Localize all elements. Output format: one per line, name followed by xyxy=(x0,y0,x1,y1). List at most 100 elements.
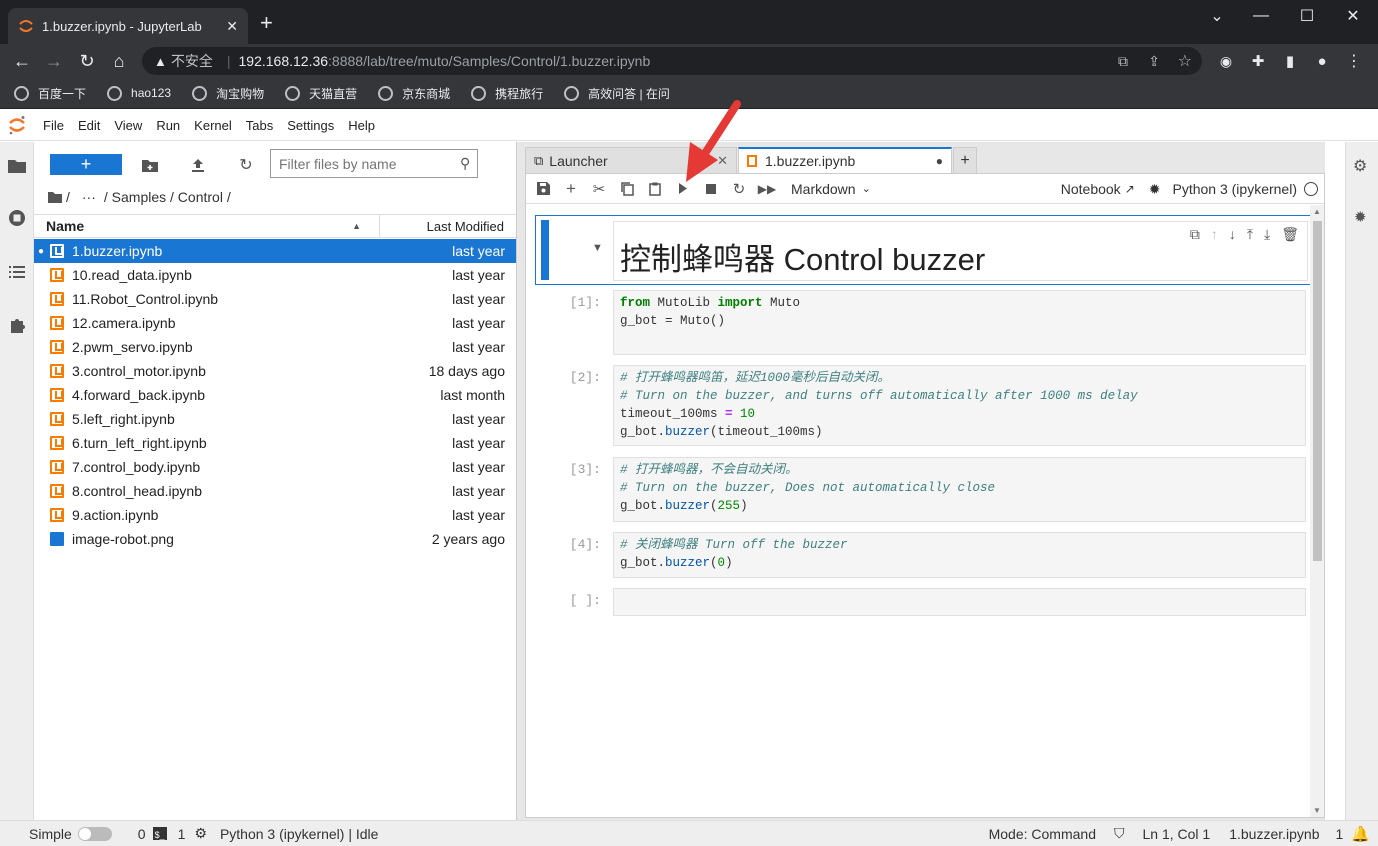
extension-manager-icon[interactable] xyxy=(7,315,27,335)
back-icon[interactable]: ← xyxy=(10,49,34,73)
file-row[interactable]: 12.camera.ipynb last year xyxy=(34,311,516,335)
code-input[interactable]: # 打开蜂鸣器鸣笛，延迟1000毫秒后自动关闭。 # Turn on the b… xyxy=(613,365,1306,446)
new-tab-button[interactable]: + xyxy=(260,12,273,34)
bookmark-item[interactable]: 百度一下 xyxy=(14,85,86,102)
cursor-position[interactable]: Ln 1, Col 1 xyxy=(1143,826,1211,842)
menu-view[interactable]: View xyxy=(107,118,149,133)
move-up-icon[interactable]: ↑ xyxy=(1211,226,1218,243)
bookmark-item[interactable]: 京东商城 xyxy=(378,85,450,102)
insert-below-icon[interactable]: ⤓ xyxy=(1264,226,1270,243)
code-input[interactable]: # 关闭蜂鸣器 Turn off the buzzer g_bot.buzzer… xyxy=(613,532,1306,578)
code-input[interactable] xyxy=(613,588,1306,616)
markdown-cell[interactable]: ▼ 控制蜂鸣器 Control buzzer ⧉ ↑ ↓ ⤒ ⤓ 🗑 xyxy=(535,215,1311,285)
menu-help[interactable]: Help xyxy=(341,118,382,133)
home-icon[interactable]: ⌂ xyxy=(107,49,131,73)
copy-icon[interactable] xyxy=(613,177,641,201)
running-icon[interactable] xyxy=(7,208,27,228)
security-label[interactable]: 不安全 xyxy=(171,51,213,71)
debugger-bug-icon[interactable]: ✹ xyxy=(1149,181,1161,198)
file-row[interactable]: 2.pwm_servo.ipynb last year xyxy=(34,335,516,359)
code-cell[interactable]: [4]: # 关闭蜂鸣器 Turn off the buzzer g_bot.b… xyxy=(535,532,1310,579)
paste-icon[interactable] xyxy=(641,177,669,201)
external-link-icon[interactable]: ↗ xyxy=(1125,182,1135,196)
file-row[interactable]: 8.control_head.ipynb last year xyxy=(34,479,516,503)
side-panel-icon[interactable]: ▮ xyxy=(1278,49,1302,73)
tab-search-icon[interactable]: ⌄ xyxy=(1194,4,1240,28)
file-row[interactable]: 5.left_right.ipynb last year xyxy=(34,407,516,431)
upload-icon[interactable] xyxy=(187,154,209,176)
debugger-icon[interactable]: ✹ xyxy=(1354,208,1367,226)
bookmark-item[interactable]: 携程旅行 xyxy=(471,85,543,102)
file-row[interactable]: ● 1.buzzer.ipynb last year xyxy=(34,239,516,263)
translate-icon[interactable]: ⧉ xyxy=(1118,53,1128,70)
bookmark-item[interactable]: 淘宝购物 xyxy=(192,85,264,102)
reload-icon[interactable]: ↻ xyxy=(75,49,99,73)
code-cell[interactable]: [ ]: xyxy=(535,588,1310,617)
tab-notebook[interactable]: 1.buzzer.ipynb ● xyxy=(738,147,952,173)
simple-mode-toggle[interactable] xyxy=(77,826,112,841)
property-inspector-icon[interactable]: ⚙ xyxy=(1353,156,1367,176)
notification-count[interactable]: 1 xyxy=(1336,826,1344,842)
menu-settings[interactable]: Settings xyxy=(280,118,341,133)
filter-files-box[interactable]: ⚲ xyxy=(270,149,478,178)
terminals-count[interactable]: 0 xyxy=(138,826,146,842)
code-cell[interactable]: [3]: # 打开蜂鸣器，不会自动关闭。 # Turn on the buzze… xyxy=(535,457,1310,523)
more-menu-icon[interactable]: ⋮ xyxy=(1342,49,1366,73)
code-input[interactable]: from MutoLib import Muto g_bot = Muto() xyxy=(613,290,1306,355)
extensions-puzzle-icon[interactable]: ✚ xyxy=(1246,49,1270,73)
file-row[interactable]: 3.control_motor.ipynb 18 days ago xyxy=(34,359,516,383)
menu-tabs[interactable]: Tabs xyxy=(239,118,280,133)
menu-run[interactable]: Run xyxy=(149,118,187,133)
kernel-status[interactable]: Python 3 (ipykernel) | Idle xyxy=(220,826,379,842)
close-tab-icon[interactable]: ✕ xyxy=(226,18,238,35)
cell-type-dropdown[interactable]: Markdown ⌄ xyxy=(791,181,871,197)
scrollbar-thumb[interactable] xyxy=(1313,221,1322,561)
kernel-name[interactable]: Python 3 (ipykernel) xyxy=(1172,181,1297,197)
forward-icon[interactable]: → xyxy=(42,49,66,73)
filter-files-input[interactable] xyxy=(279,155,460,172)
fast-forward-icon[interactable]: ▶▶ xyxy=(753,177,781,201)
close-window-icon[interactable]: ✕ xyxy=(1330,4,1376,28)
bookmark-item[interactable]: 高效问答 | 在问 xyxy=(564,85,670,102)
breadcrumb-ellipsis[interactable]: ··· xyxy=(82,189,96,205)
modified-column-header[interactable]: Last Modified xyxy=(380,219,516,234)
breadcrumb-path[interactable]: / Samples / Control / xyxy=(104,189,231,205)
refresh-icon[interactable]: ↻ xyxy=(235,154,257,176)
url-bar[interactable]: ▲ 不安全 | 192.168.12.36 :8888/lab/tree/mut… xyxy=(142,47,1202,75)
collapse-heading-icon[interactable]: ▼ xyxy=(592,242,603,254)
save-icon[interactable] xyxy=(529,177,557,201)
browser-tab[interactable]: 1.buzzer.ipynb - JupyterLab ✕ xyxy=(8,8,248,44)
insert-cell-icon[interactable]: + xyxy=(557,177,585,201)
scroll-down-icon[interactable]: ▼ xyxy=(1313,806,1321,815)
move-down-icon[interactable]: ↓ xyxy=(1229,226,1236,243)
bell-icon[interactable]: 🔔 xyxy=(1351,825,1370,843)
add-tab-button[interactable]: + xyxy=(953,147,977,173)
folder-home-icon[interactable] xyxy=(48,191,62,203)
name-column-header[interactable]: Name ▲ xyxy=(34,215,380,237)
maximize-icon[interactable]: ☐ xyxy=(1284,4,1330,28)
file-row[interactable]: 7.control_body.ipynb last year xyxy=(34,455,516,479)
duplicate-cell-icon[interactable]: ⧉ xyxy=(1190,226,1200,243)
new-folder-icon[interactable] xyxy=(139,154,161,176)
terminal-icon[interactable]: $_ xyxy=(152,827,167,840)
insert-above-icon[interactable]: ⤒ xyxy=(1247,226,1253,243)
new-launcher-button[interactable]: + xyxy=(50,154,122,175)
menu-file[interactable]: File xyxy=(36,118,71,133)
cut-icon[interactable]: ✂ xyxy=(585,177,613,201)
file-row[interactable]: 10.read_data.ipynb last year xyxy=(34,263,516,287)
code-cell[interactable]: [1]: from MutoLib import Muto g_bot = Mu… xyxy=(535,290,1310,356)
code-input[interactable]: # 打开蜂鸣器，不会自动关闭。 # Turn on the buzzer, Do… xyxy=(613,457,1306,522)
kernel-chip-icon[interactable]: ⚙ xyxy=(194,825,207,842)
warning-icon[interactable]: ▲ xyxy=(154,54,167,69)
extension-avatar-icon[interactable]: ◉ xyxy=(1214,49,1238,73)
file-row[interactable]: 11.Robot_Control.ipynb last year xyxy=(34,287,516,311)
menu-kernel[interactable]: Kernel xyxy=(187,118,239,133)
code-cell[interactable]: [2]: # 打开蜂鸣器鸣笛，延迟1000毫秒后自动关闭。 # Turn on … xyxy=(535,365,1310,447)
bookmark-item[interactable]: 天猫直营 xyxy=(285,85,357,102)
kernels-count[interactable]: 1 xyxy=(178,826,186,842)
minimize-icon[interactable]: — xyxy=(1238,4,1284,28)
share-icon[interactable]: ⇪ xyxy=(1148,53,1160,70)
notebook-scrollbar[interactable]: ▲ ▼ xyxy=(1310,205,1324,817)
profile-icon[interactable]: ● xyxy=(1310,49,1334,73)
bookmark-star-icon[interactable]: ☆ xyxy=(1178,51,1192,71)
